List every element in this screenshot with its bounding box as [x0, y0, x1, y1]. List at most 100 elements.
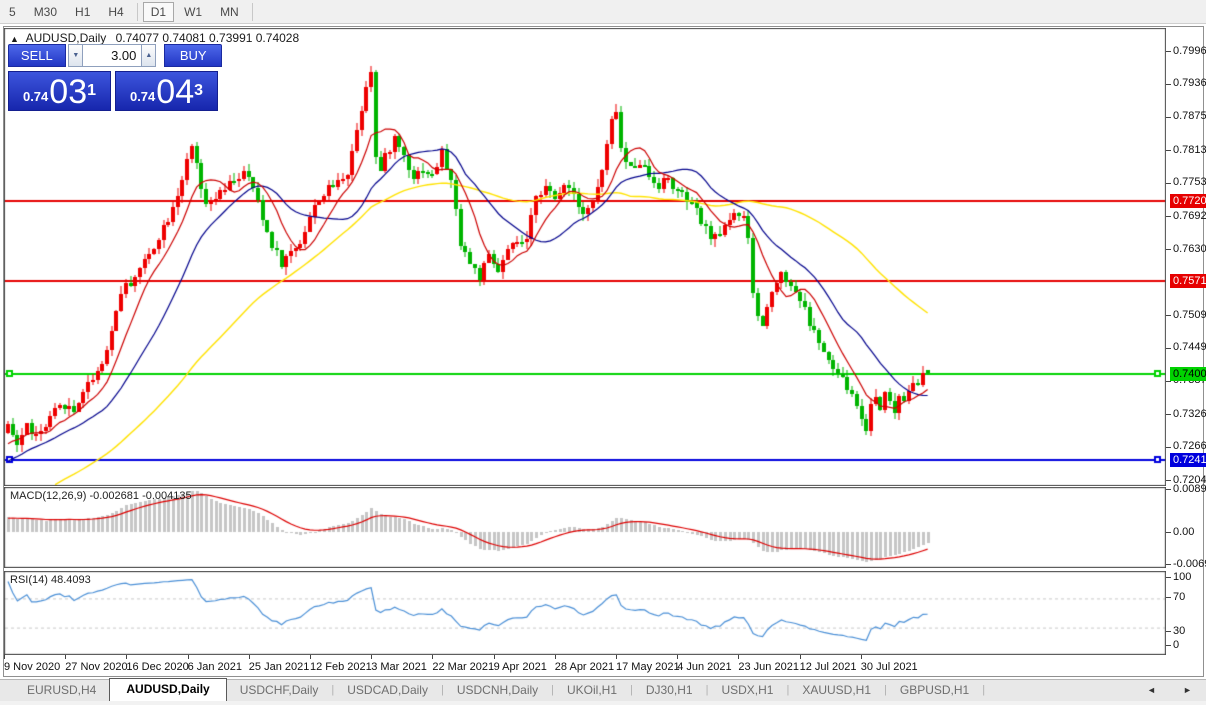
date-tick	[432, 655, 434, 659]
price-axis-label: 0.77535	[1173, 176, 1206, 189]
bottom-strip	[0, 701, 1206, 705]
price-tick	[1166, 150, 1171, 152]
date-axis-label: 23 Jun 2021	[738, 661, 799, 673]
rsi-indicator-label: RSI(14) 48.4093	[10, 574, 91, 586]
buy-price-sup: 3	[194, 82, 204, 99]
timeframe-button-h4[interactable]: H4	[100, 2, 131, 22]
price-axis-label: 0.74490	[1173, 341, 1206, 354]
price-axis[interactable]: 0.79965 0.79365 0.78750 0.78135 0.77535 0.769…	[1166, 28, 1206, 656]
tab-eurusd-h4[interactable]: EURUSD,H4	[14, 680, 109, 701]
tab-xauusd-h1[interactable]: XAUUSD,H1	[789, 680, 884, 701]
date-tick	[860, 655, 862, 659]
date-axis-label: 12 Feb 2021	[310, 661, 372, 673]
price-tick	[1166, 116, 1171, 118]
macd-indicator-label: MACD(12,26,9) -0.002681 -0.004135	[10, 490, 192, 502]
sell-price-small: 0.74	[22, 89, 49, 104]
rsi-tick	[1166, 631, 1171, 632]
timeframe-button-m30[interactable]: M30	[26, 2, 65, 22]
price-axis-label: 0.76305	[1173, 242, 1206, 255]
collapse-arrow-icon[interactable]: ▲	[10, 34, 19, 44]
timeframe-button-d1[interactable]: D1	[142, 1, 175, 22]
date-tick	[248, 655, 250, 659]
sell-price-sup: 1	[87, 82, 97, 99]
date-axis-label: 3 Mar 2021	[371, 661, 427, 673]
buy-price-box[interactable]: 0.74 04 3	[115, 71, 218, 111]
date-tick	[310, 655, 311, 659]
tab-usdx-h1[interactable]: USDX,H1	[708, 680, 786, 701]
date-axis-label: 6 Jan 2021	[187, 661, 243, 673]
rsi-tick	[1166, 597, 1171, 598]
price-tick	[1166, 380, 1171, 382]
price-tick	[1166, 315, 1171, 317]
volume-up-button[interactable]: ▲	[141, 44, 157, 67]
rsi-axis-label: 70	[1173, 591, 1186, 603]
timeframe-button-h1[interactable]: H1	[67, 2, 98, 22]
date-tick	[371, 655, 373, 659]
date-axis-label: 30 Jul 2021	[860, 661, 918, 673]
rsi-tick	[1166, 577, 1171, 578]
rsi-panel-canvas[interactable]	[4, 571, 1166, 655]
price-tick	[1166, 414, 1171, 416]
buy-price-big: 04	[156, 73, 195, 111]
date-tick	[187, 655, 189, 659]
symbol-title: AUDUSD,Daily	[25, 31, 107, 45]
timeframe-button-5[interactable]: 5	[1, 2, 24, 22]
tab-gbpusd-h1[interactable]: GBPUSD,H1	[887, 680, 982, 701]
chart-tab-bar: EURUSD,H4 AUDUSD,Daily USDCHF,Daily | USDCAD…	[0, 678, 1206, 701]
date-tick	[616, 655, 617, 659]
toolbar-separator	[251, 2, 253, 21]
tab-usdchf-daily[interactable]: USDCHF,Daily	[227, 680, 332, 701]
price-tick	[1166, 347, 1171, 349]
date-axis-label: 9 Apr 2021	[493, 661, 547, 673]
date-axis-label: 27 Nov 2020	[65, 661, 128, 673]
volume-down-button[interactable]: ▼	[68, 44, 84, 67]
sell-button[interactable]: SELL	[8, 44, 66, 67]
macd-tick	[1166, 564, 1171, 565]
date-tick	[799, 655, 801, 659]
price-axis-label: 0.78750	[1173, 110, 1206, 123]
tab-usdcnh-daily[interactable]: USDCNH,Daily	[444, 680, 551, 701]
price-axis-label: 0.75090	[1173, 308, 1206, 321]
tab-scroll-left-icon[interactable]: ◄	[1147, 685, 1156, 695]
date-tick	[493, 655, 495, 659]
buy-button[interactable]: BUY	[164, 44, 222, 67]
date-axis-label: 22 Mar 2021	[432, 661, 495, 673]
date-tick	[738, 655, 740, 659]
macd-tick	[1166, 532, 1171, 533]
date-axis-label: 4 Jun 2021	[677, 661, 732, 673]
price-tick	[1166, 480, 1171, 481]
timeframe-toolbar: 5 M30 H1 H4 D1 W1 MN	[0, 0, 1206, 24]
tab-audusd-daily[interactable]: AUDUSD,Daily	[109, 678, 227, 701]
price-axis-label: 0.79965	[1173, 44, 1206, 57]
price-tick	[1166, 446, 1171, 448]
tab-usdcad-daily[interactable]: USDCAD,Daily	[334, 680, 441, 701]
macd-axis-label: 0.00	[1173, 526, 1195, 538]
price-axis-label: 0.79365	[1173, 77, 1206, 89]
date-axis-label: 9 Nov 2020	[4, 661, 61, 673]
date-axis-label: 28 Apr 2021	[554, 661, 615, 673]
one-click-trade-panel: SELL ▼ ▲ BUY 0.74 03 1 0.74 04 3	[8, 44, 222, 111]
price-tick	[1166, 51, 1171, 52]
date-tick	[677, 655, 679, 659]
volume-input[interactable]	[83, 44, 142, 67]
rsi-tick	[1166, 645, 1171, 646]
tab-dj30-h1[interactable]: DJ30,H1	[633, 680, 706, 701]
price-tick	[1166, 83, 1171, 85]
date-axis-label: 12 Jul 2021	[799, 661, 857, 673]
rsi-axis-label: 0	[1173, 639, 1180, 651]
price-axis-label: 0.76920	[1173, 209, 1206, 222]
rsi-axis-label: 30	[1173, 625, 1186, 637]
timeframe-button-mn[interactable]: MN	[212, 2, 247, 22]
rsi-axis-label: 100	[1173, 571, 1192, 583]
date-tick	[65, 655, 67, 659]
price-line-badge: 0.72411	[1170, 453, 1206, 468]
timeframe-button-w1[interactable]: W1	[176, 2, 210, 22]
price-line-badge: 0.75716	[1170, 274, 1206, 289]
date-axis[interactable]: 9 Nov 2020 27 Nov 2020 16 Dec 2020 6 Jan 20…	[4, 655, 1166, 676]
sell-price-box[interactable]: 0.74 03 1	[8, 71, 111, 111]
tab-scroll-right-icon[interactable]: ►	[1183, 685, 1192, 695]
price-axis-label: 0.72660	[1173, 440, 1206, 453]
date-tick	[4, 655, 5, 659]
tab-ukoil-h1[interactable]: UKOil,H1	[554, 680, 630, 701]
price-line-badge: 0.77200	[1170, 193, 1206, 208]
